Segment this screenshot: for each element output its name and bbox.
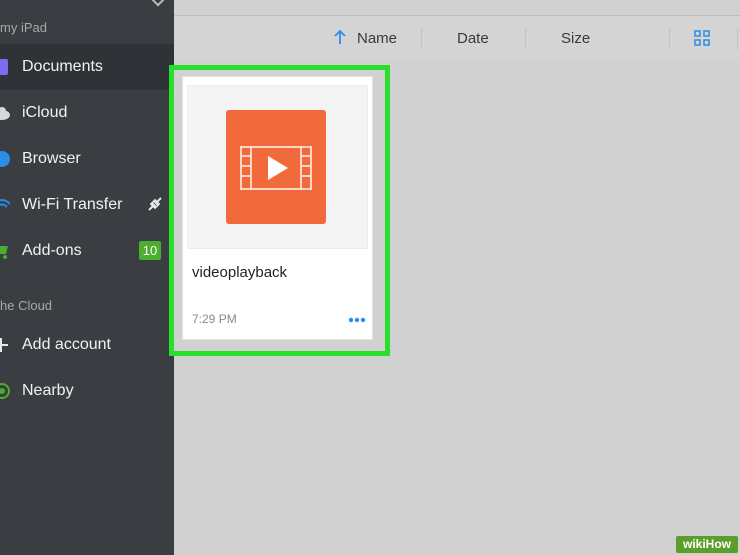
wifi-icon bbox=[0, 199, 10, 208]
sort-ascending-icon[interactable] bbox=[334, 29, 346, 45]
sidebar-item-icloud[interactable]: iCloud bbox=[0, 90, 174, 136]
file-time: 7:29 PM bbox=[192, 312, 237, 326]
section-header-cloud: he Cloud bbox=[0, 298, 53, 313]
compass-icon bbox=[0, 151, 10, 167]
sidebar-item-label: Wi-Fi Transfer bbox=[22, 196, 123, 213]
section-header-device: my iPad bbox=[0, 20, 47, 35]
wikihow-watermark: wikiHow bbox=[676, 536, 738, 553]
divider bbox=[421, 28, 422, 50]
plug-icon[interactable] bbox=[146, 195, 164, 213]
sidebar-item-label: Add account bbox=[22, 336, 111, 353]
nearby-icon bbox=[0, 383, 10, 399]
sidebar-item-add-account[interactable]: Add account bbox=[0, 322, 174, 368]
sidebar-item-wifi-transfer[interactable]: Wi-Fi Transfer bbox=[0, 182, 174, 228]
sidebar-item-add-ons[interactable]: Add-ons 10 bbox=[0, 228, 174, 274]
divider bbox=[669, 28, 670, 50]
divider bbox=[737, 28, 738, 50]
divider bbox=[525, 28, 526, 50]
sidebar-item-browser[interactable]: Browser bbox=[0, 136, 174, 182]
grid-view-icon[interactable] bbox=[694, 30, 710, 46]
chevron-icon[interactable] bbox=[149, 0, 167, 7]
sidebar-item-label: Browser bbox=[22, 150, 81, 167]
sort-by-size-button[interactable]: Size bbox=[561, 30, 590, 47]
more-options-icon[interactable] bbox=[348, 317, 366, 323]
cart-icon bbox=[0, 246, 8, 259]
sidebar-item-label: Add-ons bbox=[22, 242, 82, 259]
sidebar-item-label: Nearby bbox=[22, 382, 74, 399]
sidebar-item-label: Documents bbox=[22, 58, 103, 75]
documents-icon bbox=[0, 59, 8, 75]
sort-by-date-button[interactable]: Date bbox=[457, 30, 489, 47]
sidebar-item-label: iCloud bbox=[22, 104, 68, 121]
video-file-icon bbox=[226, 110, 326, 224]
file-thumbnail[interactable] bbox=[187, 85, 368, 249]
add-ons-badge: 10 bbox=[139, 241, 161, 260]
file-card[interactable]: videoplayback 7:29 PM bbox=[182, 76, 373, 340]
sort-bar: Name Date Size bbox=[174, 16, 740, 60]
sidebar: my iPad Documents iCloud Browser Wi-Fi T… bbox=[0, 0, 174, 555]
cloud-icon bbox=[0, 107, 10, 120]
sidebar-item-documents[interactable]: Documents bbox=[0, 44, 174, 90]
plus-icon bbox=[0, 338, 8, 352]
sort-by-name-button[interactable]: Name bbox=[357, 30, 397, 47]
film-play-icon bbox=[240, 146, 312, 190]
sidebar-item-nearby[interactable]: Nearby bbox=[0, 368, 174, 414]
file-name: videoplayback bbox=[192, 264, 288, 281]
